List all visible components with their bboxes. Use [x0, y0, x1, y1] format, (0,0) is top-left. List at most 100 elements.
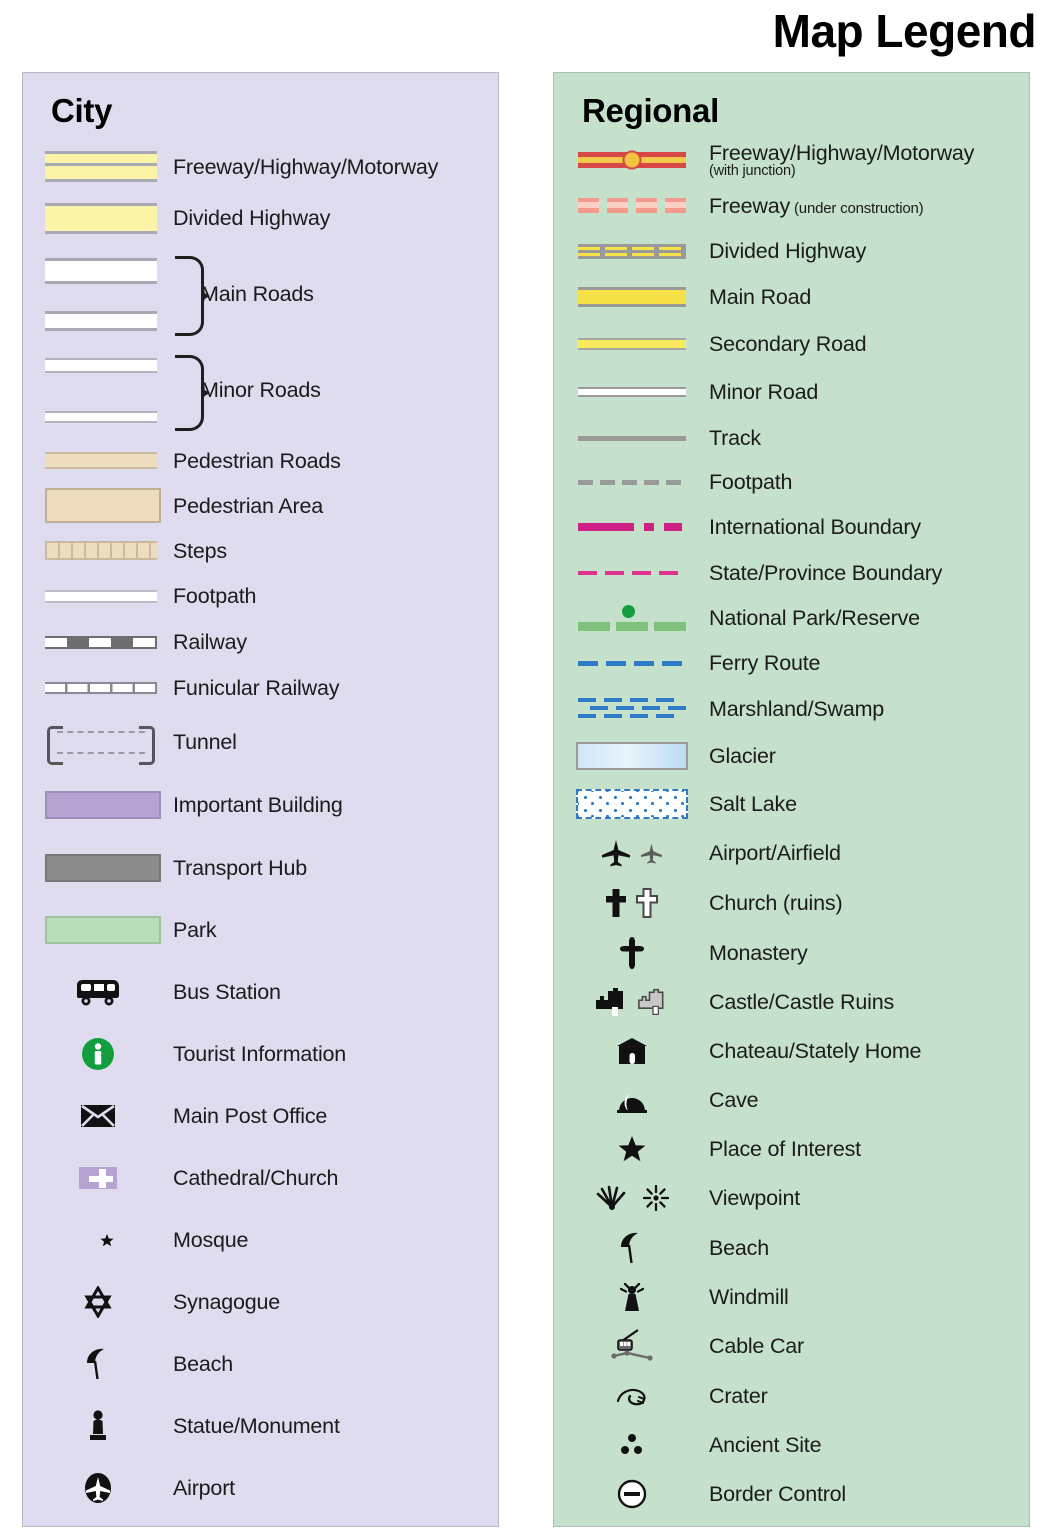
legend-label: Track — [709, 426, 761, 451]
chateau-icon — [554, 1037, 709, 1065]
legend-label: Cave — [709, 1087, 759, 1112]
funicular-railway-swatch — [23, 682, 173, 695]
legend-row[interactable]: Ancient Site — [554, 1420, 1029, 1469]
legend-row[interactable]: Minor Roads — [23, 342, 498, 438]
legend-label: Freeway/Highway/Motorway — [173, 154, 439, 179]
legend-row[interactable]: Ferry Route — [554, 640, 1029, 686]
legend-row[interactable]: Freeway (under construction) — [554, 183, 1029, 228]
legend-label: Bus Station — [173, 980, 281, 1005]
legend-row[interactable]: Cable Car — [554, 1321, 1029, 1371]
legend-row[interactable]: Freeway/Highway/Motorway — [23, 143, 498, 190]
city-legend-panel: City Freeway/Highway/Motorway Divided Hi… — [22, 72, 499, 1527]
legend-label: Monastery — [709, 940, 808, 965]
legend-row[interactable]: Track — [554, 416, 1029, 460]
legend-row[interactable]: Windmill — [554, 1272, 1029, 1321]
legend-row[interactable]: Synagogue — [23, 1271, 498, 1333]
crescent-star-icon — [23, 1225, 173, 1255]
legend-label: Synagogue — [173, 1290, 280, 1315]
legend-label: Main Post Office — [173, 1104, 328, 1129]
legend-row[interactable]: Church (ruins) — [554, 878, 1029, 928]
steps-swatch — [23, 541, 173, 561]
legend-label: Border Control — [709, 1481, 847, 1506]
legend-row[interactable]: Divided Highway — [554, 228, 1029, 274]
legend-row[interactable]: Footpath — [554, 460, 1029, 504]
legend-row[interactable]: Viewpoint — [554, 1173, 1029, 1223]
legend-row[interactable]: Chateau/Stately Home — [554, 1026, 1029, 1075]
church-ruins-icons — [554, 888, 709, 919]
cable-car-icon — [554, 1328, 709, 1364]
freeway-swatch — [23, 151, 173, 183]
legend-row[interactable]: Border Control — [554, 1469, 1029, 1518]
castle-icons — [554, 987, 709, 1017]
bus-icon — [23, 977, 173, 1007]
transport-hub-swatch — [23, 854, 173, 883]
legend-row[interactable]: Minor Road — [554, 368, 1029, 416]
legend-row[interactable]: Main Road — [554, 274, 1029, 319]
legend-row[interactable]: Airport — [23, 1457, 498, 1519]
legend-row[interactable]: Park — [23, 899, 498, 961]
legend-label: International Boundary — [709, 515, 921, 540]
legend-row[interactable]: Cathedral/Church — [23, 1147, 498, 1209]
legend-row[interactable]: Railway — [23, 619, 498, 665]
glacier-swatch — [554, 741, 709, 770]
legend-row[interactable]: Statue/Monument — [23, 1395, 498, 1457]
legend-row[interactable]: Cave — [554, 1075, 1029, 1124]
legend-row[interactable]: Airport/Airfield — [554, 828, 1029, 878]
legend-label: Windmill — [709, 1284, 789, 1309]
legend-label: Steps — [173, 538, 227, 563]
legend-row[interactable]: National Park/Reserve — [554, 596, 1029, 640]
cave-icon — [554, 1087, 709, 1113]
legend-row[interactable]: Beach — [23, 1333, 498, 1395]
church-cross-outline-icon — [636, 888, 658, 919]
beach-umbrella-icon — [554, 1231, 709, 1265]
legend-label: Cathedral/Church — [173, 1166, 339, 1191]
legend-row[interactable]: Crater — [554, 1371, 1029, 1420]
legend-row[interactable]: State/Province Boundary — [554, 550, 1029, 596]
legend-row[interactable]: Tourist Information — [23, 1023, 498, 1085]
legend-row[interactable]: Steps — [23, 528, 498, 573]
legend-row[interactable]: Pedestrian Area — [23, 483, 498, 528]
legend-label: Airport — [173, 1476, 235, 1501]
legend-row[interactable]: Main Post Office — [23, 1085, 498, 1147]
legend-row[interactable]: Divided Highway — [23, 190, 498, 246]
legend-row[interactable]: Transport Hub — [23, 837, 498, 899]
legend-row[interactable]: International Boundary — [554, 504, 1029, 550]
tunnel-swatch — [23, 722, 173, 766]
legend-row[interactable]: Freeway/Highway/Motorway (with junction) — [554, 137, 1029, 183]
legend-row[interactable]: Castle/Castle Ruins — [554, 977, 1029, 1026]
border-control-icon — [554, 1479, 709, 1509]
legend-row[interactable]: Tunnel — [23, 711, 498, 773]
legend-label: Chateau/Stately Home — [709, 1038, 922, 1063]
legend-label: Airport/Airfield — [709, 841, 841, 866]
legend-row[interactable]: Footpath — [23, 573, 498, 619]
legend-row[interactable]: Funicular Railway — [23, 665, 498, 711]
legend-label: Minor Road — [709, 380, 819, 405]
legend-label: Marshland/Swamp — [709, 697, 885, 722]
legend-row[interactable]: Important Building — [23, 773, 498, 837]
legend-row[interactable]: Mosque — [23, 1209, 498, 1271]
legend-label: Freeway — [709, 193, 791, 218]
regional-divided-highway-swatch — [554, 243, 709, 259]
legend-row[interactable]: Main Roads — [23, 246, 498, 342]
important-building-swatch — [23, 791, 173, 820]
national-park-swatch — [554, 605, 709, 632]
legend-label: Minor Roads — [201, 378, 321, 403]
legend-label: Divided Highway — [173, 206, 331, 231]
legend-row[interactable]: Place of Interest — [554, 1124, 1029, 1173]
city-panel-heading: City — [51, 92, 113, 129]
pedestrian-road-swatch — [23, 452, 173, 470]
legend-row[interactable]: Marshland/Swamp — [554, 686, 1029, 732]
city-legend-rows: Freeway/Highway/Motorway Divided Highway… — [23, 143, 498, 1519]
legend-row[interactable]: Pedestrian Roads — [23, 438, 498, 483]
legend-row[interactable]: Bus Station — [23, 961, 498, 1023]
legend-row[interactable]: Glacier — [554, 732, 1029, 779]
legend-label: Transport Hub — [173, 856, 308, 881]
legend-row[interactable]: Salt Lake — [554, 779, 1029, 828]
church-cross-icon — [23, 1165, 173, 1191]
regional-track-swatch — [554, 435, 709, 441]
divided-highway-swatch — [23, 202, 173, 234]
legend-row[interactable]: Secondary Road — [554, 319, 1029, 368]
legend-row[interactable]: Beach — [554, 1223, 1029, 1272]
regional-freeway-junction-swatch — [554, 150, 709, 170]
legend-row[interactable]: Monastery — [554, 928, 1029, 977]
